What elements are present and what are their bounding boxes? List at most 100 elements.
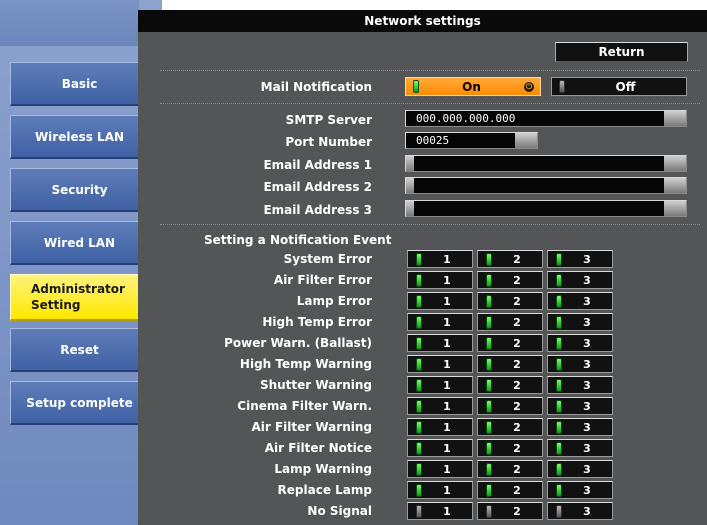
mail-off-toggle[interactable]: Off bbox=[551, 77, 687, 96]
event-checkbox-1[interactable]: 1 bbox=[407, 292, 473, 310]
column-number: 3 bbox=[583, 378, 591, 392]
column-number: 1 bbox=[443, 336, 451, 350]
sidebar-item-administrator-setting[interactable]: Administrator Setting bbox=[10, 274, 150, 321]
event-label: Lamp Warning bbox=[274, 462, 372, 476]
column-number: 2 bbox=[513, 378, 521, 392]
mail-on-toggle[interactable]: On ⏻ bbox=[405, 77, 541, 96]
event-checkbox-1[interactable]: 1 bbox=[407, 460, 473, 478]
column-number: 3 bbox=[583, 483, 591, 497]
column-number: 2 bbox=[513, 336, 521, 350]
event-checkbox-1[interactable]: 1 bbox=[407, 439, 473, 457]
column-number: 3 bbox=[583, 420, 591, 434]
power-icon: ⏻ bbox=[524, 81, 534, 92]
event-label: Cinema Filter Warn. bbox=[237, 399, 372, 413]
column-number: 1 bbox=[443, 378, 451, 392]
event-checkbox-3[interactable]: 3 bbox=[547, 418, 613, 436]
event-label: Replace Lamp bbox=[277, 483, 372, 497]
column-number: 2 bbox=[513, 483, 521, 497]
event-checkbox-2[interactable]: 2 bbox=[477, 334, 543, 352]
event-checkbox-2[interactable]: 2 bbox=[477, 355, 543, 373]
event-checkbox-3[interactable]: 3 bbox=[547, 439, 613, 457]
port-number-field[interactable]: 00025 bbox=[405, 132, 538, 149]
column-number: 2 bbox=[513, 441, 521, 455]
event-label: Air Filter Notice bbox=[264, 441, 372, 455]
sidebar-item-basic[interactable]: Basic bbox=[10, 62, 150, 106]
column-number: 1 bbox=[443, 273, 451, 287]
column-number: 2 bbox=[513, 399, 521, 413]
event-checkbox-2[interactable]: 2 bbox=[477, 313, 543, 331]
column-number: 1 bbox=[443, 315, 451, 329]
mail-notification-label: Mail Notification bbox=[260, 80, 372, 94]
column-number: 1 bbox=[443, 504, 451, 518]
event-checkbox-1[interactable]: 1 bbox=[407, 502, 473, 520]
sidebar-item-security[interactable]: Security bbox=[10, 168, 150, 212]
event-checkbox-3[interactable]: 3 bbox=[547, 313, 613, 331]
event-checkbox-2[interactable]: 2 bbox=[477, 439, 543, 457]
event-checkbox-3[interactable]: 3 bbox=[547, 271, 613, 289]
event-checkbox-1[interactable]: 1 bbox=[407, 250, 473, 268]
event-checkbox-2[interactable]: 2 bbox=[477, 481, 543, 499]
event-label: Shutter Warning bbox=[259, 378, 372, 392]
sidebar-item-wireless-lan[interactable]: Wireless LAN bbox=[10, 115, 150, 159]
email-address-2-field[interactable] bbox=[405, 177, 687, 194]
event-checkbox-2[interactable]: 2 bbox=[477, 502, 543, 520]
event-label: Power Warn. (Ballast) bbox=[224, 336, 372, 350]
event-checkbox-2[interactable]: 2 bbox=[477, 460, 543, 478]
event-checkbox-3[interactable]: 3 bbox=[547, 481, 613, 499]
event-checkbox-1[interactable]: 1 bbox=[407, 376, 473, 394]
event-checkbox-3[interactable]: 3 bbox=[547, 502, 613, 520]
sidebar-header bbox=[0, 0, 139, 46]
email-address-3-field[interactable] bbox=[405, 200, 687, 217]
sidebar-item-reset[interactable]: Reset bbox=[10, 328, 150, 372]
column-number: 1 bbox=[443, 483, 451, 497]
divider bbox=[160, 224, 700, 225]
event-checkbox-1[interactable]: 1 bbox=[407, 334, 473, 352]
email-address-2-label: Email Address 2 bbox=[263, 180, 372, 194]
column-number: 2 bbox=[513, 357, 521, 371]
event-label: High Temp Error bbox=[262, 315, 372, 329]
event-checkbox-2[interactable]: 2 bbox=[477, 376, 543, 394]
column-number: 2 bbox=[513, 252, 521, 266]
column-number: 3 bbox=[583, 273, 591, 287]
column-number: 1 bbox=[443, 462, 451, 476]
event-checkbox-1[interactable]: 1 bbox=[407, 397, 473, 415]
event-checkbox-1[interactable]: 1 bbox=[407, 313, 473, 331]
column-number: 3 bbox=[583, 504, 591, 518]
email-address-1-field[interactable] bbox=[405, 155, 687, 172]
column-number: 2 bbox=[513, 294, 521, 308]
sidebar-item-wired-lan[interactable]: Wired LAN bbox=[10, 221, 150, 265]
column-number: 2 bbox=[513, 273, 521, 287]
event-checkbox-3[interactable]: 3 bbox=[547, 355, 613, 373]
event-checkbox-2[interactable]: 2 bbox=[477, 418, 543, 436]
event-checkbox-1[interactable]: 1 bbox=[407, 271, 473, 289]
event-checkbox-3[interactable]: 3 bbox=[547, 376, 613, 394]
event-label: System Error bbox=[283, 252, 372, 266]
event-checkbox-1[interactable]: 1 bbox=[407, 355, 473, 373]
return-button[interactable]: Return bbox=[555, 42, 688, 62]
column-number: 1 bbox=[443, 357, 451, 371]
column-number: 1 bbox=[443, 441, 451, 455]
event-checkbox-2[interactable]: 2 bbox=[477, 250, 543, 268]
column-number: 1 bbox=[443, 420, 451, 434]
column-number: 3 bbox=[583, 441, 591, 455]
event-label: Air Filter Error bbox=[273, 273, 372, 287]
event-checkbox-3[interactable]: 3 bbox=[547, 397, 613, 415]
sidebar-item-label: Administrator Setting bbox=[31, 282, 125, 312]
smtp-server-field[interactable]: 000.000.000.000 bbox=[405, 110, 687, 127]
sidebar-item-setup-complete[interactable]: Setup complete bbox=[10, 381, 150, 425]
event-checkbox-1[interactable]: 1 bbox=[407, 418, 473, 436]
event-checkbox-2[interactable]: 2 bbox=[477, 271, 543, 289]
email-address-1-label: Email Address 1 bbox=[263, 158, 372, 172]
event-checkbox-1[interactable]: 1 bbox=[407, 481, 473, 499]
event-checkbox-3[interactable]: 3 bbox=[547, 334, 613, 352]
event-checkbox-3[interactable]: 3 bbox=[547, 460, 613, 478]
column-number: 3 bbox=[583, 462, 591, 476]
event-label: High Temp Warning bbox=[239, 357, 372, 371]
event-checkbox-2[interactable]: 2 bbox=[477, 292, 543, 310]
column-number: 3 bbox=[583, 252, 591, 266]
event-label: No Signal bbox=[307, 504, 372, 518]
event-checkbox-3[interactable]: 3 bbox=[547, 292, 613, 310]
event-checkbox-3[interactable]: 3 bbox=[547, 250, 613, 268]
notification-event-heading: Setting a Notification Event bbox=[204, 233, 392, 247]
event-checkbox-2[interactable]: 2 bbox=[477, 397, 543, 415]
